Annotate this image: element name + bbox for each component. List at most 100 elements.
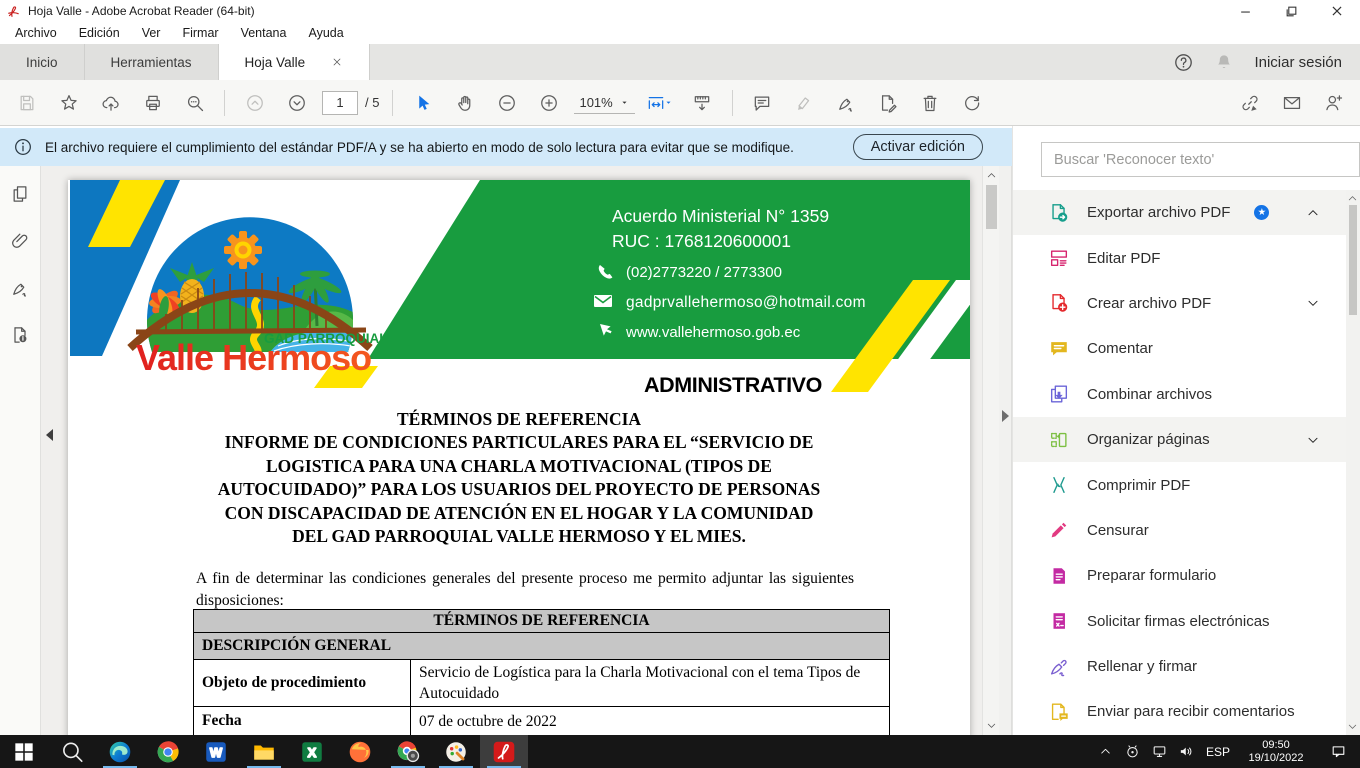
tool-editar-pdf[interactable]: Editar PDF <box>1013 235 1347 280</box>
scrollbar-thumb[interactable] <box>986 185 997 229</box>
document-paragraph: A fin de determinar las condiciones gene… <box>196 568 854 611</box>
zoom-level-dropdown[interactable]: 101% <box>574 92 634 114</box>
menu-ver[interactable]: Ver <box>131 26 172 40</box>
toolbar-separator <box>392 90 393 116</box>
menu-edicion[interactable]: Edición <box>68 26 131 40</box>
hand-tool-button[interactable] <box>448 86 481 119</box>
share-link-button[interactable] <box>1233 86 1266 119</box>
tools-scrollbar-thumb[interactable] <box>1349 205 1357 315</box>
menu-firmar[interactable]: Firmar <box>171 26 229 40</box>
signatures-panel-button[interactable] <box>10 278 30 298</box>
tab-close-button[interactable] <box>331 56 343 68</box>
tool-exportar-archivo-pdf[interactable]: Exportar archivo PDF★ <box>1013 190 1347 235</box>
zoom-out-button[interactable] <box>490 86 523 119</box>
clock-time: 09:50 <box>1262 739 1290 752</box>
tab-herramientas[interactable]: Herramientas <box>85 44 219 80</box>
share-people-button[interactable] <box>1317 86 1350 119</box>
taskbar-search-taskbar-button[interactable] <box>48 735 96 768</box>
sign-button[interactable] <box>830 86 863 119</box>
tools-scrollbar[interactable] <box>1346 190 1360 735</box>
tab-hoja-valle[interactable]: Hoja Valle <box>219 44 371 80</box>
pages-icon <box>10 184 30 204</box>
help-button[interactable] <box>1173 52 1194 73</box>
info-icon <box>13 137 33 157</box>
tool-crear-archivo-pdf[interactable]: Crear archivo PDF <box>1013 281 1347 326</box>
refresh-button[interactable] <box>956 86 989 119</box>
tool-censurar[interactable]: Censurar <box>1013 508 1347 553</box>
network-icon[interactable] <box>1146 735 1173 768</box>
share-cloud-button[interactable] <box>94 86 127 119</box>
tray-expand-button[interactable] <box>1092 735 1119 768</box>
highlighter-icon <box>794 93 814 113</box>
chrome-profile-taskbar-button[interactable] <box>384 735 432 768</box>
page-thumbnails-button[interactable] <box>10 184 30 204</box>
zoom-in-button[interactable] <box>532 86 565 119</box>
volume-icon[interactable] <box>1173 735 1200 768</box>
fountain-pen-icon <box>836 93 856 113</box>
acrobat-taskbar-button[interactable] <box>480 735 528 768</box>
close-button[interactable] <box>1314 0 1360 22</box>
comment-button[interactable] <box>746 86 779 119</box>
notifications-bell-icon[interactable] <box>1214 52 1234 72</box>
document-scrollbar[interactable] <box>982 166 999 735</box>
tools-search <box>1041 142 1360 177</box>
chrome-taskbar-button[interactable] <box>144 735 192 768</box>
acrobat-glyph-icon <box>6 4 21 19</box>
sign-in-button[interactable]: Iniciar sesión <box>1254 54 1342 71</box>
clock-date: 19/10/2022 <box>1248 752 1303 765</box>
menu-archivo[interactable]: Archivo <box>4 26 68 40</box>
fit-width-button[interactable] <box>644 86 677 119</box>
tool-comentar[interactable]: Comentar <box>1013 326 1347 371</box>
start-taskbar-button[interactable] <box>0 735 48 768</box>
clock[interactable]: 09:50 19/10/2022 <box>1236 735 1316 768</box>
send-email-button[interactable] <box>1275 86 1308 119</box>
tool-solicitar-firmas-electronicas[interactable]: Solicitar firmas electrónicas <box>1013 599 1347 644</box>
minimize-button[interactable] <box>1222 0 1268 22</box>
delete-pages-button[interactable] <box>914 86 947 119</box>
page-down-icon <box>692 93 712 113</box>
action-center-button[interactable] <box>1316 735 1360 768</box>
tool-comprimir-pdf[interactable]: Comprimir PDF <box>1013 462 1347 507</box>
firefox-taskbar-button[interactable] <box>336 735 384 768</box>
find-button[interactable] <box>178 86 211 119</box>
chevron-down-icon[interactable] <box>1305 295 1321 311</box>
print-button[interactable] <box>136 86 169 119</box>
file-explorer-taskbar-button[interactable] <box>240 735 288 768</box>
tools-panel: Exportar archivo PDF★Editar PDFCrear arc… <box>1012 126 1360 735</box>
tool-label: Preparar formulario <box>1087 567 1216 584</box>
tool-preparar-formulario[interactable]: Preparar formulario <box>1013 553 1347 598</box>
tool-organize-icon <box>1048 429 1070 451</box>
page-number-input[interactable]: 1 <box>322 91 358 115</box>
menu-ayuda[interactable]: Ayuda <box>297 26 354 40</box>
next-page-button[interactable] <box>280 86 313 119</box>
language-indicator[interactable]: ESP <box>1200 735 1236 768</box>
previous-page-button <box>238 86 271 119</box>
edge-taskbar-button[interactable] <box>96 735 144 768</box>
tab-inicio[interactable]: Inicio <box>0 44 85 80</box>
fit-page-button[interactable] <box>686 86 719 119</box>
ruc-text: RUC : 1768120600001 <box>612 231 791 251</box>
tray-app-icon[interactable] <box>1119 735 1146 768</box>
paint-taskbar-button[interactable] <box>432 735 480 768</box>
chevron-down-icon[interactable] <box>1305 432 1321 448</box>
favorite-button[interactable] <box>52 86 85 119</box>
tool-combinar-archivos[interactable]: Combinar archivos <box>1013 372 1347 417</box>
chevron-left-icon[interactable] <box>46 429 53 441</box>
tool-organizar-paginas[interactable]: Organizar páginas <box>1013 417 1347 462</box>
chevron-right-icon[interactable] <box>1002 410 1009 422</box>
restore-button[interactable] <box>1268 0 1314 22</box>
fill-sign-button[interactable] <box>872 86 905 119</box>
select-tool-button[interactable] <box>406 86 439 119</box>
chevron-up-icon[interactable] <box>1305 205 1321 221</box>
menu-ventana[interactable]: Ventana <box>230 26 298 40</box>
tools-search-input[interactable] <box>1042 152 1359 168</box>
standards-panel-button[interactable] <box>10 325 30 345</box>
enable-editing-button[interactable]: Activar edición <box>853 134 983 160</box>
toolbar-separator <box>732 90 733 116</box>
excel-taskbar-button[interactable]: X <box>288 735 336 768</box>
attachments-button[interactable] <box>10 231 30 251</box>
tool-enviar-para-recibir-comentarios[interactable]: Enviar para recibir comentarios <box>1013 689 1347 734</box>
tool-rellenar-y-firmar[interactable]: Rellenar y firmar <box>1013 644 1347 689</box>
word-taskbar-button[interactable]: W <box>192 735 240 768</box>
table-row: Objeto de procedimientoServicio de Logís… <box>194 660 890 707</box>
